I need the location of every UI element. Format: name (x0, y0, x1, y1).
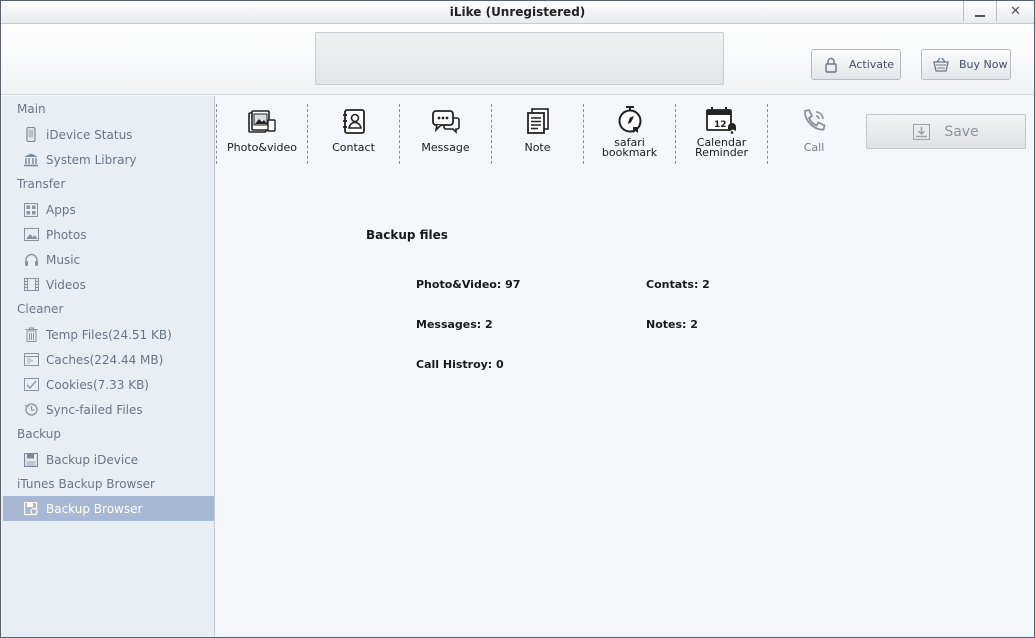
save-button[interactable]: Save (866, 114, 1026, 149)
calendar-day: 12 (714, 120, 727, 130)
sidebar-item-music[interactable]: Music (3, 247, 214, 272)
library-icon (23, 152, 39, 168)
sidebar: Main iDevice Status System Library Trans… (1, 96, 215, 637)
sidebar-item-videos[interactable]: Videos (3, 272, 214, 297)
tool-call[interactable]: Call (768, 104, 860, 164)
sidebar-item-label: Photos (46, 227, 87, 242)
sidebar-item-label: Temp Files(24.51 KB) (46, 327, 172, 342)
phone-icon (23, 127, 39, 143)
tool-safari-bookmark[interactable]: safari bookmark (584, 104, 676, 164)
sidebar-item-photos[interactable]: Photos (3, 222, 214, 247)
tool-label: safari bookmark (584, 137, 675, 159)
backup-files-title: Backup files (366, 228, 448, 242)
close-icon: ✕ (1010, 4, 1021, 19)
sidebar-item-caches[interactable]: Caches(224.44 MB) (3, 347, 214, 372)
sidebar-item-label: System Library (46, 152, 137, 167)
sidebar-item-backup-browser[interactable]: Backup Browser (3, 496, 214, 521)
sync-failed-icon (23, 402, 39, 418)
tool-label: Note (524, 141, 551, 154)
sidebar-item-sync-failed-files[interactable]: Sync-failed Files (3, 397, 214, 422)
minimize-button[interactable] (963, 1, 995, 22)
buy-now-button[interactable]: Buy Now (921, 49, 1011, 80)
call-icon (768, 104, 860, 134)
sidebar-item-system-library[interactable]: System Library (3, 147, 214, 172)
photo-icon (23, 227, 39, 243)
close-button[interactable]: ✕ (996, 1, 1034, 22)
sidebar-item-label: Backup iDevice (46, 452, 139, 467)
title-bar: iLike (Unregistered) ✕ (1, 1, 1034, 24)
sidebar-item-label: Music (46, 252, 81, 267)
stat-notes: Notes: 2 (646, 318, 698, 331)
buy-now-label: Buy Now (959, 58, 1008, 71)
tool-label-line2: bookmark (601, 146, 658, 159)
backup-browser-icon (23, 501, 39, 517)
calendar-icon: 12 (676, 104, 767, 134)
sidebar-item-label: Sync-failed Files (46, 402, 143, 417)
minimize-icon (974, 14, 985, 17)
stat-messages: Messages: 2 (416, 318, 493, 331)
sidebar-item-idevice-status[interactable]: iDevice Status (3, 122, 214, 147)
tool-label: Photo&video (226, 141, 297, 154)
note-icon (492, 104, 583, 134)
safari-bookmark-icon (584, 104, 675, 134)
tool-label: Message (421, 141, 470, 154)
sidebar-item-label: Videos (46, 277, 86, 292)
film-icon (23, 277, 39, 293)
save-icon (913, 123, 931, 140)
save-label: Save (944, 123, 979, 140)
sidebar-item-label: Cookies(7.33 KB) (46, 377, 149, 392)
apps-icon (23, 202, 39, 218)
stat-call-history: Call Histroy: 0 (416, 358, 504, 371)
sidebar-item-label: iDevice Status (46, 127, 133, 142)
tool-label: Calendar Reminder (676, 137, 767, 159)
photo-video-icon (217, 104, 307, 134)
tool-photo-video[interactable]: Photo&video (216, 104, 308, 164)
tool-label: Call (803, 141, 825, 154)
sidebar-item-label: Caches(224.44 MB) (46, 352, 164, 367)
sidebar-section-transfer: Transfer (17, 177, 66, 191)
tool-label-line2: Reminder (695, 146, 748, 159)
app-window: iLike (Unregistered) ✕ Activate Buy Now … (0, 0, 1035, 638)
sidebar-section-main: Main (17, 102, 46, 116)
sidebar-item-label: Backup Browser (46, 501, 143, 516)
window-title: iLike (Unregistered) (449, 5, 586, 19)
sidebar-item-label: Apps (46, 202, 76, 217)
activate-button[interactable]: Activate (811, 49, 901, 80)
tool-label: Contact (332, 141, 375, 154)
tool-calendar-reminder[interactable]: 12 Calendar Reminder (676, 104, 768, 164)
header: Activate Buy Now (1, 24, 1034, 95)
ad-banner[interactable] (315, 32, 724, 85)
cache-icon (23, 352, 39, 368)
sidebar-item-cookies[interactable]: Cookies(7.33 KB) (3, 372, 214, 397)
sidebar-section-itunes-backup-browser: iTunes Backup Browser (17, 477, 155, 491)
stat-photo-video: Photo&Video: 97 (416, 278, 521, 291)
sidebar-item-backup-idevice[interactable]: Backup iDevice (3, 447, 214, 472)
cookie-icon (23, 377, 39, 393)
backup-icon (23, 452, 39, 468)
stat-contacts: Contats: 2 (646, 278, 710, 291)
tool-note[interactable]: Note (492, 104, 584, 164)
tool-message[interactable]: Message (400, 104, 492, 164)
headphones-icon (23, 252, 39, 268)
message-icon (400, 104, 491, 134)
lock-icon (823, 57, 839, 73)
sidebar-section-cleaner: Cleaner (17, 302, 64, 316)
sidebar-section-backup: Backup (17, 427, 61, 441)
trash-icon (23, 327, 39, 343)
main-panel: Photo&video Contact Message Note safari … (216, 96, 1034, 637)
sidebar-item-temp-files[interactable]: Temp Files(24.51 KB) (3, 322, 214, 347)
sidebar-item-apps[interactable]: Apps (3, 197, 214, 222)
basket-icon (933, 57, 949, 73)
tool-contact[interactable]: Contact (308, 104, 400, 164)
activate-label: Activate (849, 58, 895, 71)
contact-icon (308, 104, 399, 134)
